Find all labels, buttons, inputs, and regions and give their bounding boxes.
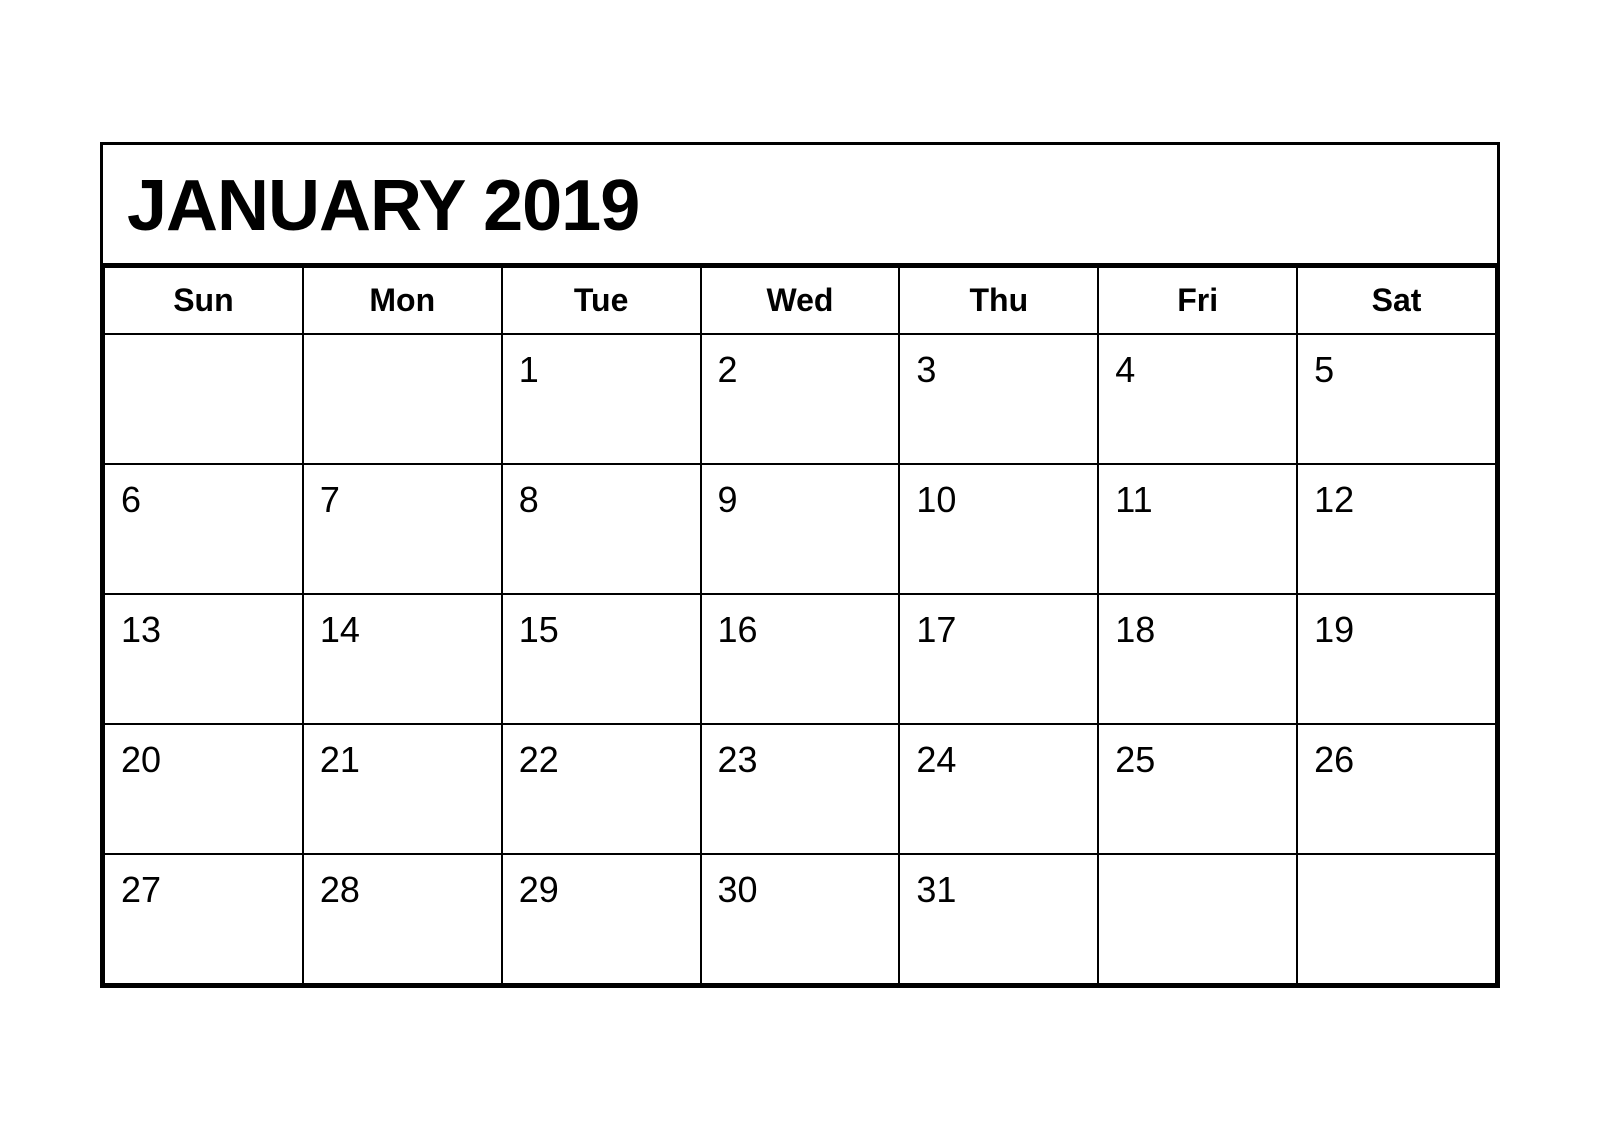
calendar-cell (1297, 854, 1496, 984)
week-row-4: 20 21 22 23 24 25 26 (104, 724, 1496, 854)
day-header-wed: Wed (701, 267, 900, 334)
day-number: 24 (916, 739, 1081, 781)
calendar: JANUARY 2019 SunMonTueWedThuFriSat 12345… (100, 142, 1500, 988)
calendar-cell: 14 (303, 594, 502, 724)
calendar-cell: 22 (502, 724, 701, 854)
calendar-cell: 12 (1297, 464, 1496, 594)
day-number: 25 (1115, 739, 1280, 781)
day-number: 7 (320, 479, 485, 521)
day-header-sun: Sun (104, 267, 303, 334)
week-row-5: 27 28 29 30 31 (104, 854, 1496, 984)
day-number: 1 (519, 349, 684, 391)
calendar-cell: 29 (502, 854, 701, 984)
calendar-cell: 19 (1297, 594, 1496, 724)
calendar-cell: 11 (1098, 464, 1297, 594)
calendar-cell: 13 (104, 594, 303, 724)
day-number: 9 (718, 479, 883, 521)
day-header-mon: Mon (303, 267, 502, 334)
calendar-cell: 21 (303, 724, 502, 854)
calendar-cell: 20 (104, 724, 303, 854)
calendar-cell: 26 (1297, 724, 1496, 854)
calendar-cell: 17 (899, 594, 1098, 724)
day-number: 29 (519, 869, 684, 911)
calendar-cell: 4 (1098, 334, 1297, 464)
day-number: 5 (1314, 349, 1479, 391)
day-number: 13 (121, 609, 286, 651)
day-number: 17 (916, 609, 1081, 651)
day-number: 8 (519, 479, 684, 521)
calendar-cell: 16 (701, 594, 900, 724)
calendar-cell: 24 (899, 724, 1098, 854)
day-number: 20 (121, 739, 286, 781)
day-number: 6 (121, 479, 286, 521)
day-number: 18 (1115, 609, 1280, 651)
day-number: 2 (718, 349, 883, 391)
day-number: 26 (1314, 739, 1479, 781)
calendar-cell: 15 (502, 594, 701, 724)
day-number: 22 (519, 739, 684, 781)
calendar-body: 1234567891011121314151617181920212223242… (104, 334, 1496, 984)
calendar-cell: 28 (303, 854, 502, 984)
calendar-cell: 30 (701, 854, 900, 984)
calendar-cell: 23 (701, 724, 900, 854)
day-number: 19 (1314, 609, 1479, 651)
day-number: 12 (1314, 479, 1479, 521)
day-number: 10 (916, 479, 1081, 521)
day-header-thu: Thu (899, 267, 1098, 334)
calendar-cell: 3 (899, 334, 1098, 464)
calendar-cell: 9 (701, 464, 900, 594)
calendar-cell: 6 (104, 464, 303, 594)
calendar-table: SunMonTueWedThuFriSat 123456789101112131… (103, 266, 1497, 985)
day-header-tue: Tue (502, 267, 701, 334)
day-number: 27 (121, 869, 286, 911)
day-number: 11 (1115, 479, 1280, 521)
week-row-3: 13 14 15 16 17 18 19 (104, 594, 1496, 724)
day-number: 31 (916, 869, 1081, 911)
calendar-cell: 25 (1098, 724, 1297, 854)
day-number: 21 (320, 739, 485, 781)
day-number: 28 (320, 869, 485, 911)
calendar-cell: 7 (303, 464, 502, 594)
header-row: SunMonTueWedThuFriSat (104, 267, 1496, 334)
calendar-cell: 8 (502, 464, 701, 594)
calendar-cell: 1 (502, 334, 701, 464)
calendar-cell: 27 (104, 854, 303, 984)
day-header-fri: Fri (1098, 267, 1297, 334)
calendar-cell (1098, 854, 1297, 984)
day-number: 4 (1115, 349, 1280, 391)
day-number: 16 (718, 609, 883, 651)
day-number: 30 (718, 869, 883, 911)
calendar-cell (104, 334, 303, 464)
day-number: 23 (718, 739, 883, 781)
day-number: 15 (519, 609, 684, 651)
calendar-cell: 2 (701, 334, 900, 464)
day-header-sat: Sat (1297, 267, 1496, 334)
calendar-cell: 18 (1098, 594, 1297, 724)
calendar-title: JANUARY 2019 (103, 145, 1497, 266)
calendar-cell: 10 (899, 464, 1098, 594)
calendar-cell: 5 (1297, 334, 1496, 464)
week-row-2: 6789 10 11 12 (104, 464, 1496, 594)
day-number: 14 (320, 609, 485, 651)
week-row-1: 12345 (104, 334, 1496, 464)
day-number: 3 (916, 349, 1081, 391)
calendar-cell (303, 334, 502, 464)
calendar-cell: 31 (899, 854, 1098, 984)
